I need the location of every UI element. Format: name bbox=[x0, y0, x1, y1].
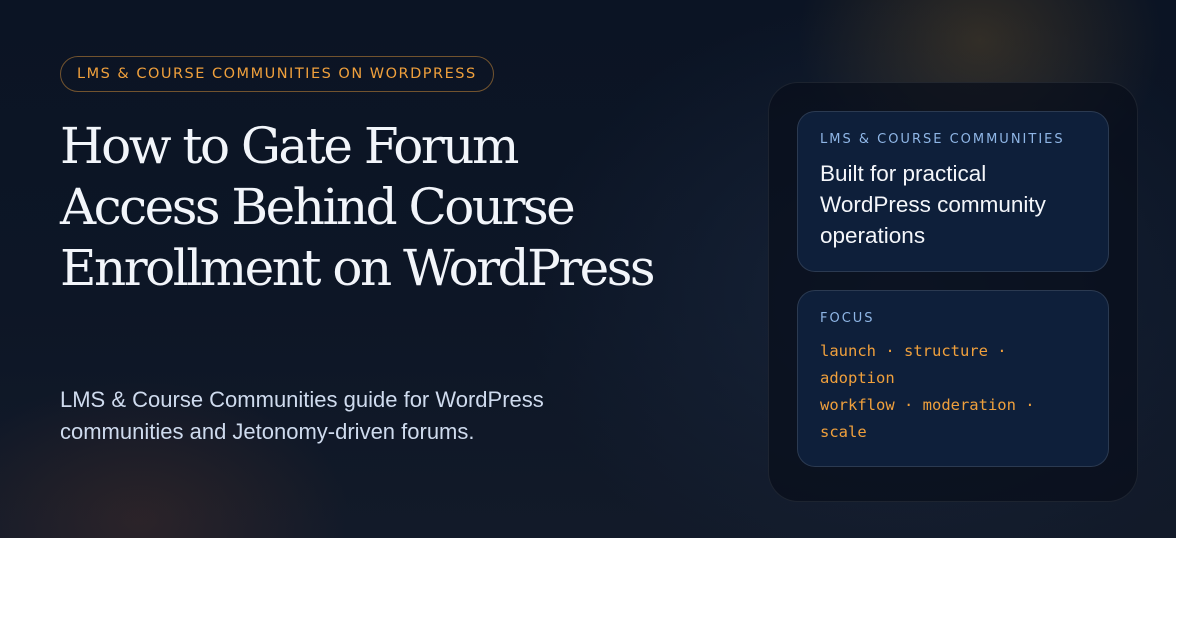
page-subtitle: LMS & Course Communities guide for WordP… bbox=[60, 387, 544, 444]
focus-card-label: FOCUS bbox=[820, 311, 875, 326]
focus-line: workflow · moderation · bbox=[820, 396, 1035, 414]
hero-banner: LMS & COURSE COMMUNITIES ON WORDPRESS Ho… bbox=[0, 0, 1176, 538]
focus-line: adoption bbox=[820, 369, 895, 387]
focus-topics: launch · structure · adoption workflow ·… bbox=[820, 338, 1090, 446]
category-card-heading: Built for practical WordPress community … bbox=[820, 161, 1046, 248]
focus-line: launch · structure · bbox=[820, 342, 1007, 360]
focus-line: scale bbox=[820, 423, 867, 441]
page-title: How to Gate Forum Access Behind Course E… bbox=[60, 117, 656, 297]
category-card: LMS & COURSE COMMUNITIES Built for pract… bbox=[797, 111, 1109, 272]
category-pill: LMS & COURSE COMMUNITIES ON WORDPRESS bbox=[60, 56, 494, 92]
info-panel: LMS & COURSE COMMUNITIES Built for pract… bbox=[768, 82, 1138, 502]
category-card-label: LMS & COURSE COMMUNITIES bbox=[820, 132, 1065, 147]
focus-card: FOCUS launch · structure · adoption work… bbox=[797, 290, 1109, 467]
